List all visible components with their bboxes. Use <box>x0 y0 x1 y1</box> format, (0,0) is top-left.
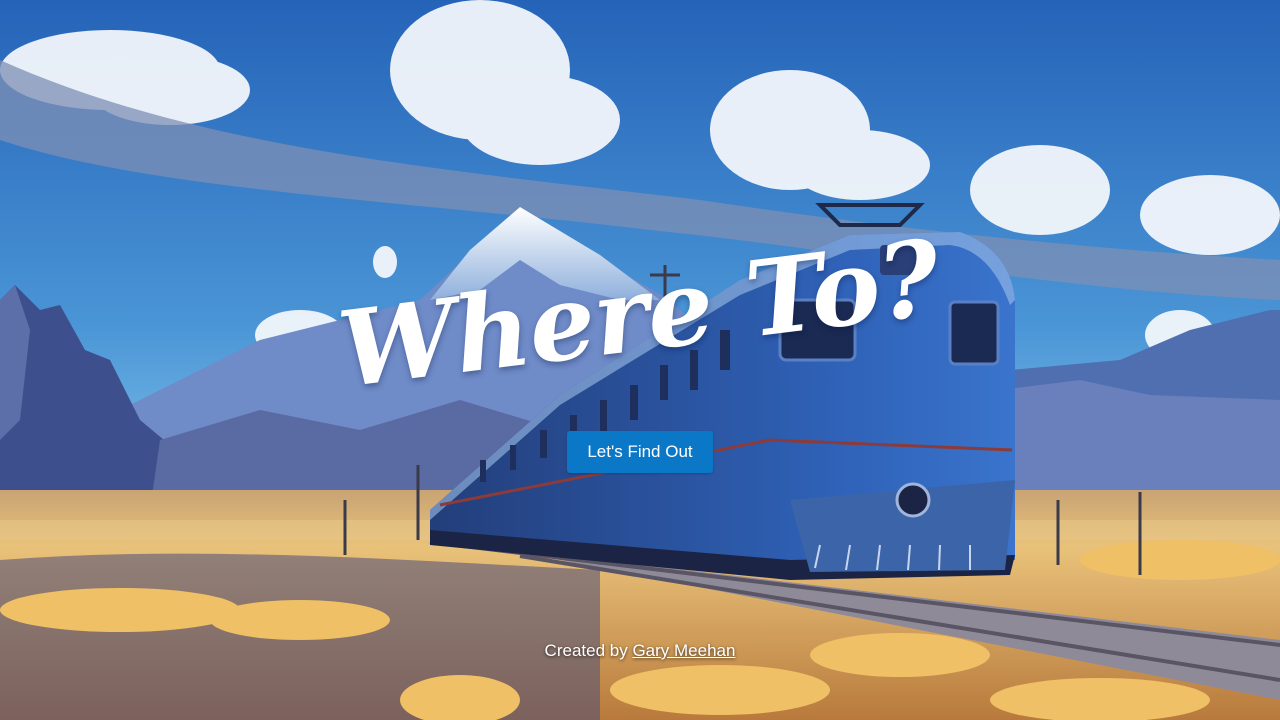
credit-prefix: Created by <box>544 641 633 660</box>
credit-line: Created by Gary Meehan <box>0 641 1280 661</box>
lets-find-out-button[interactable]: Let's Find Out <box>567 431 713 473</box>
author-link[interactable]: Gary Meehan <box>632 641 735 660</box>
